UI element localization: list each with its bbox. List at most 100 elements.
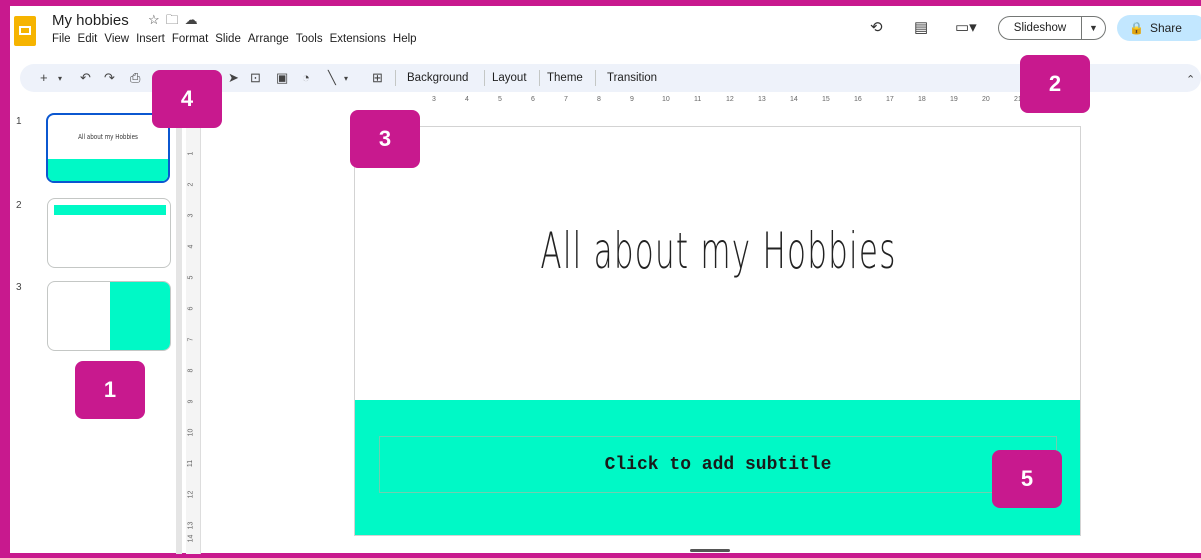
slide-thumbnail-2[interactable] [47, 198, 171, 268]
collapse-toolbar-icon[interactable]: ⌃ [1186, 73, 1195, 86]
horizontal-ruler: 3 4 5 6 7 8 9 10 11 12 13 14 15 16 17 18… [360, 96, 1080, 110]
menu-help[interactable]: Help [393, 33, 417, 45]
menu-slide[interactable]: Slide [215, 33, 241, 45]
ruler-tick: 13 [187, 521, 195, 530]
ruler-tick: 5 [498, 96, 502, 103]
ruler-tick: 4 [465, 96, 469, 103]
annotation-badge-2: 2 [1020, 55, 1090, 113]
ruler-tick: 3 [432, 96, 436, 103]
menu-format[interactable]: Format [172, 33, 208, 45]
ruler-tick: 6 [531, 96, 535, 103]
toolbar-divider [595, 70, 596, 86]
comments-icon[interactable]: ▤ [914, 18, 928, 36]
image-icon[interactable]: ▣ [276, 70, 288, 86]
slide-thumbnail-3[interactable] [47, 281, 171, 351]
ruler-tick: 2 [187, 182, 195, 187]
chevron-down-icon: ▼ [1089, 23, 1098, 33]
toolbar-divider [484, 70, 485, 86]
toolbar-divider [539, 70, 540, 86]
annotation-badge-5: 5 [992, 450, 1062, 508]
new-slide-dropdown-icon[interactable]: ▾ [58, 74, 62, 83]
slide-title[interactable]: All about my Hobbies [493, 222, 944, 280]
background-button[interactable]: Background [407, 72, 468, 84]
thumbnail-band [48, 159, 168, 181]
cloud-status-icon[interactable]: ☁ [185, 12, 204, 27]
annotation-badge-3: 3 [350, 110, 420, 168]
slide-number: 2 [16, 200, 22, 211]
ruler-tick: 14 [187, 534, 195, 543]
ruler-tick: 5 [187, 275, 195, 280]
ruler-tick: 6 [187, 306, 195, 311]
slideshow-dropdown-button[interactable]: ▼ [1082, 16, 1106, 40]
ruler-tick: 13 [758, 96, 766, 103]
star-icon[interactable]: ☆ [148, 12, 166, 27]
ruler-tick: 9 [187, 399, 195, 404]
ruler-tick: 3 [187, 213, 195, 218]
version-history-icon[interactable]: ⟲ [870, 18, 883, 36]
title-icons: ☆🗀☁ [148, 11, 204, 33]
annotation-badge-1: 1 [75, 361, 145, 419]
line-icon[interactable]: ╲ [328, 70, 336, 86]
add-comment-icon[interactable]: ⊞ [372, 70, 383, 86]
ruler-tick: 14 [790, 96, 798, 103]
thumbnail-title: All about my Hobbies [78, 133, 138, 141]
ruler-tick: 17 [886, 96, 894, 103]
slide-thumbnail-1[interactable]: All about my Hobbies [46, 113, 170, 183]
ruler-tick: 20 [982, 96, 990, 103]
new-slide-icon[interactable]: + [40, 70, 48, 85]
ruler-tick: 19 [950, 96, 958, 103]
share-button[interactable]: 🔒 Share [1117, 15, 1201, 41]
transition-button[interactable]: Transition [607, 72, 657, 84]
vertical-ruler: 1 2 3 4 5 6 7 8 9 10 11 12 13 14 [186, 98, 201, 554]
undo-icon[interactable]: ↶ [80, 70, 91, 86]
ruler-tick: 15 [822, 96, 830, 103]
menu-tools[interactable]: Tools [296, 33, 323, 45]
menu-edit[interactable]: Edit [78, 33, 98, 45]
line-dropdown-icon[interactable]: ▾ [344, 74, 348, 83]
theme-button[interactable]: Theme [547, 72, 583, 84]
thumbnail-band [54, 205, 166, 215]
print-icon[interactable]: ⎙ [130, 70, 140, 86]
lock-icon: 🔒 [1129, 21, 1144, 35]
menu-bar: File Edit View Insert Format Slide Arran… [52, 33, 417, 45]
share-label: Share [1149, 21, 1182, 35]
subtitle-placeholder[interactable]: Click to add subtitle [379, 436, 1057, 493]
slides-logo-icon[interactable] [14, 16, 36, 46]
ruler-tick: 7 [187, 337, 195, 342]
menu-file[interactable]: File [52, 33, 71, 45]
ruler-tick: 8 [187, 368, 195, 373]
ruler-tick: 18 [918, 96, 926, 103]
annotation-badge-4: 4 [152, 70, 222, 128]
move-to-folder-icon[interactable]: 🗀 [166, 12, 185, 27]
shape-icon[interactable]: ◔ [302, 70, 310, 85]
ruler-tick: 4 [187, 244, 195, 249]
ruler-tick: 10 [187, 428, 195, 437]
redo-icon[interactable]: ↷ [104, 70, 115, 86]
select-cursor-icon[interactable]: ➤ [228, 70, 239, 86]
meet-camera-icon[interactable]: ▭▾ [955, 18, 977, 36]
text-box-icon[interactable]: ⊡ [250, 70, 261, 86]
ruler-tick: 1 [187, 151, 195, 156]
layout-button[interactable]: Layout [492, 72, 527, 84]
ruler-tick: 11 [187, 459, 195, 468]
document-title[interactable]: My hobbies [52, 12, 129, 29]
ruler-tick: 12 [187, 490, 195, 499]
ruler-tick: 16 [854, 96, 862, 103]
slide-number: 3 [16, 282, 22, 293]
slide-canvas[interactable]: All about my Hobbies Click to add subtit… [354, 126, 1081, 536]
menu-view[interactable]: View [104, 33, 129, 45]
thumbnail-panel [110, 282, 170, 350]
ruler-tick: 7 [564, 96, 568, 103]
slide-number: 1 [16, 116, 22, 127]
speaker-notes-drag-handle[interactable] [690, 549, 730, 552]
menu-arrange[interactable]: Arrange [248, 33, 289, 45]
menu-insert[interactable]: Insert [136, 33, 165, 45]
ruler-tick: 8 [597, 96, 601, 103]
menu-extensions[interactable]: Extensions [330, 33, 386, 45]
ruler-tick: 9 [630, 96, 634, 103]
ruler-tick: 12 [726, 96, 734, 103]
ruler-tick: 11 [694, 96, 702, 103]
ruler-tick: 10 [662, 96, 670, 103]
filmstrip-resize-handle[interactable] [176, 98, 182, 554]
slideshow-button[interactable]: Slideshow [998, 16, 1082, 40]
